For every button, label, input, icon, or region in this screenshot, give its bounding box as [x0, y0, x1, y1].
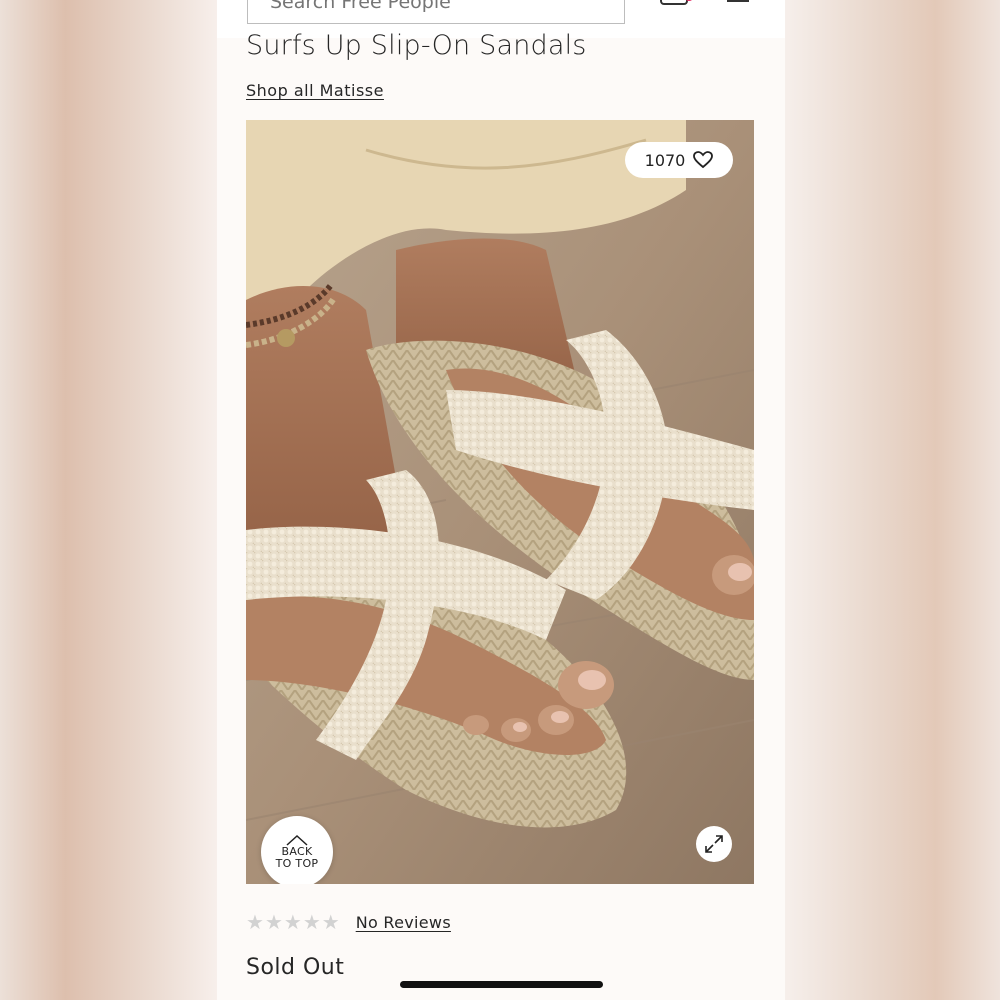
- heart-icon: [693, 151, 714, 169]
- bag-icon[interactable]: [659, 0, 695, 6]
- back-to-top-button[interactable]: BACK TO TOP: [261, 816, 333, 884]
- bag-badge: [686, 0, 692, 1]
- search-input[interactable]: [270, 0, 570, 17]
- star-icon: ★: [246, 910, 264, 934]
- like-button[interactable]: 1070: [625, 142, 733, 178]
- menu-icon[interactable]: [725, 0, 751, 6]
- star-icon: ★: [283, 910, 302, 934]
- back-to-top-label: BACK TO TOP: [275, 845, 319, 870]
- expand-icon: [705, 835, 723, 853]
- product-page: Surfs Up Slip-On Sandals Shop all Matiss…: [217, 0, 785, 1000]
- star-icon: ★: [264, 910, 283, 934]
- sandal-photo: [246, 120, 754, 884]
- reviews-link[interactable]: No Reviews: [356, 913, 451, 932]
- product-title: Surfs Up Slip-On Sandals: [246, 30, 587, 61]
- home-indicator[interactable]: [400, 981, 603, 988]
- background-blur-left: [0, 0, 217, 1000]
- search-box[interactable]: [247, 0, 625, 24]
- background-blur-right: [785, 0, 1000, 1000]
- star-icon: ★: [302, 910, 321, 934]
- expand-image-button[interactable]: [696, 826, 732, 862]
- rating-row: ★ ★ ★ ★ ★ No Reviews: [246, 908, 451, 936]
- shop-brand-link[interactable]: Shop all Matisse: [246, 81, 384, 100]
- availability-status: Sold Out: [246, 955, 345, 980]
- star-icon: ★: [321, 910, 340, 934]
- like-count: 1070: [644, 150, 686, 170]
- rating-stars: ★ ★ ★ ★ ★: [246, 908, 340, 936]
- product-image[interactable]: 1070 BACK TO TOP: [246, 120, 754, 884]
